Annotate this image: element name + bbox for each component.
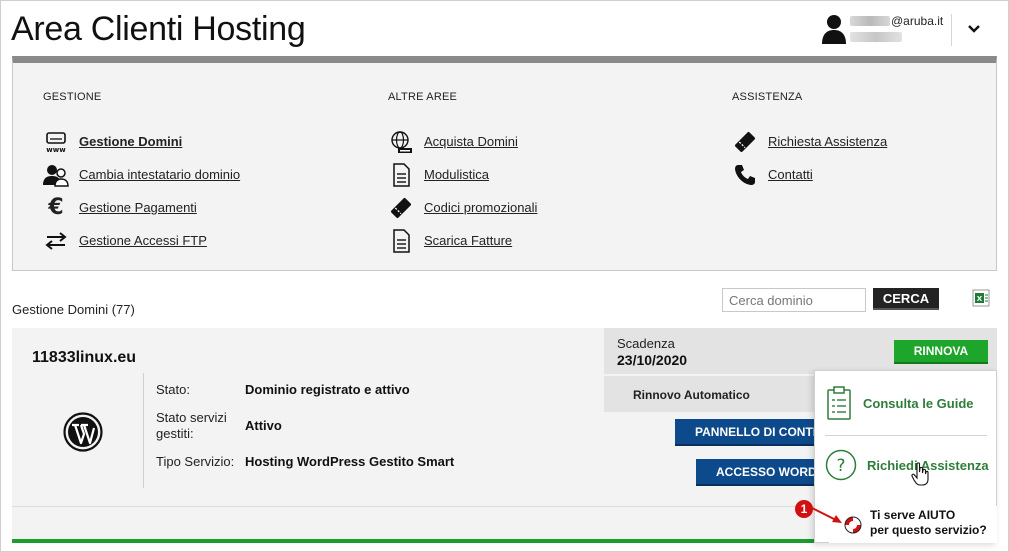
- consult-guides-label: Consulta le Guide: [863, 395, 974, 411]
- menu-link[interactable]: Modulistica: [424, 167, 489, 182]
- menu-column-assistenza: ASSISTENZA Richiesta Assistenza Contatti: [732, 91, 1009, 191]
- help-cta[interactable]: Ti serve AIUTO per questo servizio?: [829, 506, 997, 543]
- annotation-arrow-icon: [811, 507, 842, 523]
- field-label-stato-servizi: Stato servizi gestiti:: [156, 410, 227, 441]
- document-icon: [388, 228, 414, 253]
- menu-link[interactable]: Gestione Accessi FTP: [79, 233, 207, 248]
- menu-item-gestione-domini[interactable]: www Gestione Domini: [43, 125, 363, 158]
- help-cta-line2: per questo servizio?: [870, 523, 987, 537]
- search-domain-input[interactable]: [722, 288, 866, 312]
- menu-item-cambia-intestatario[interactable]: Cambia intestatario dominio: [43, 158, 363, 191]
- menu-item-acquista-domini[interactable]: Acquista Domini: [388, 125, 708, 158]
- help-cta-line1: Ti serve AIUTO: [870, 508, 956, 522]
- divider: [143, 373, 144, 488]
- search-button[interactable]: CERCA: [873, 288, 939, 310]
- menu-heading: ALTRE AREE: [388, 91, 458, 103]
- menu-item-contatti[interactable]: Contatti: [732, 158, 1009, 191]
- wordpress-access-button[interactable]: ACCESSO WORDP: [696, 459, 826, 486]
- menu-item-modulistica[interactable]: Modulistica: [388, 158, 708, 191]
- users-icon: [43, 163, 69, 187]
- divider: [951, 14, 952, 46]
- svg-text:www: www: [46, 146, 66, 154]
- menu-column-altre-aree: ALTRE AREE Acquista Domini Modulistica C…: [388, 91, 708, 257]
- menu-link[interactable]: Gestione Domini: [79, 134, 182, 149]
- svg-text:?: ?: [836, 456, 845, 476]
- menu-item-scarica-fatture[interactable]: Scarica Fatture: [388, 224, 708, 257]
- ticket-icon: [732, 130, 758, 154]
- menu-link[interactable]: Scarica Fatture: [424, 233, 512, 248]
- menu-item-richiesta-assistenza[interactable]: Richiesta Assistenza: [732, 125, 1009, 158]
- field-value-stato-servizi: Attivo: [245, 418, 282, 433]
- menu-link[interactable]: Cambia intestatario dominio: [79, 167, 240, 182]
- user-email-redacted: [850, 16, 890, 26]
- wordpress-logo-icon: [63, 412, 103, 452]
- field-value-stato: Dominio registrato e attivo: [245, 382, 410, 397]
- document-icon: [388, 162, 414, 187]
- field-value-tipo-servizio: Hosting WordPress Gestito Smart: [245, 454, 455, 469]
- field-label-tipo-servizio: Tipo Servizio:: [156, 454, 235, 469]
- excel-export-icon[interactable]: X: [972, 289, 990, 307]
- divider: [825, 435, 987, 436]
- menu-link[interactable]: Codici promozionali: [424, 200, 537, 215]
- consult-guides-link[interactable]: Consulta le Guide: [815, 383, 998, 423]
- transfer-arrows-icon: [43, 229, 69, 253]
- lifebuoy-icon: [844, 516, 862, 534]
- euro-icon: €: [48, 195, 64, 220]
- user-icon: [822, 15, 846, 44]
- expiry-label: Scadenza: [617, 336, 675, 351]
- question-circle-icon: ?: [825, 449, 857, 481]
- user-email: @aruba.it: [891, 14, 944, 28]
- user-name-redacted: [850, 32, 902, 42]
- menu-heading: GESTIONE: [43, 91, 102, 103]
- expiry-box: Scadenza 23/10/2020 RINNOVA: [604, 328, 997, 374]
- menu-link[interactable]: Contatti: [768, 167, 813, 182]
- globe-icon: [388, 130, 414, 154]
- menu-heading: ASSISTENZA: [732, 91, 803, 103]
- auto-renew-label: Rinnovo Automatico: [633, 388, 750, 402]
- menu-link[interactable]: Gestione Pagamenti: [79, 200, 197, 215]
- expiry-date: 23/10/2020: [617, 352, 688, 368]
- domain-name[interactable]: 11833linux.eu: [32, 349, 136, 367]
- control-panel-button[interactable]: PANNELLO DI CONTR: [675, 419, 826, 446]
- renew-button[interactable]: RINNOVA: [894, 340, 988, 364]
- menu-link[interactable]: Acquista Domini: [424, 134, 518, 149]
- help-cta-text: Ti serve AIUTO per questo servizio?: [870, 508, 987, 538]
- ticket-icon: [388, 196, 414, 220]
- menu-link[interactable]: Richiesta Assistenza: [768, 134, 887, 149]
- menu-item-gestione-ftp[interactable]: Gestione Accessi FTP: [43, 224, 363, 257]
- chevron-down-icon[interactable]: [968, 24, 980, 34]
- clipboard-icon: [827, 386, 851, 420]
- navigation-panel: GESTIONE www Gestione Domini Cambia inte…: [12, 56, 997, 271]
- hand-cursor-icon: [911, 462, 929, 486]
- menu-item-codici-promozionali[interactable]: Codici promozionali: [388, 191, 708, 224]
- menu-item-gestione-pagamenti[interactable]: € Gestione Pagamenti: [43, 191, 363, 224]
- menu-column-gestione: GESTIONE www Gestione Domini Cambia inte…: [43, 91, 363, 257]
- server-www-icon: www: [43, 130, 69, 154]
- domain-list-title: Gestione Domini (77): [12, 302, 135, 317]
- phone-icon: [732, 163, 758, 187]
- svg-text:X: X: [977, 295, 983, 303]
- auto-renew-box: Rinnovo Automatico: [604, 376, 819, 412]
- user-menu[interactable]: @aruba.it: [820, 14, 1000, 48]
- field-label-stato: Stato:: [156, 382, 190, 397]
- request-support-link[interactable]: ? Richiedi Assistenza: [815, 447, 998, 483]
- page-title: Area Clienti Hosting: [11, 10, 306, 48]
